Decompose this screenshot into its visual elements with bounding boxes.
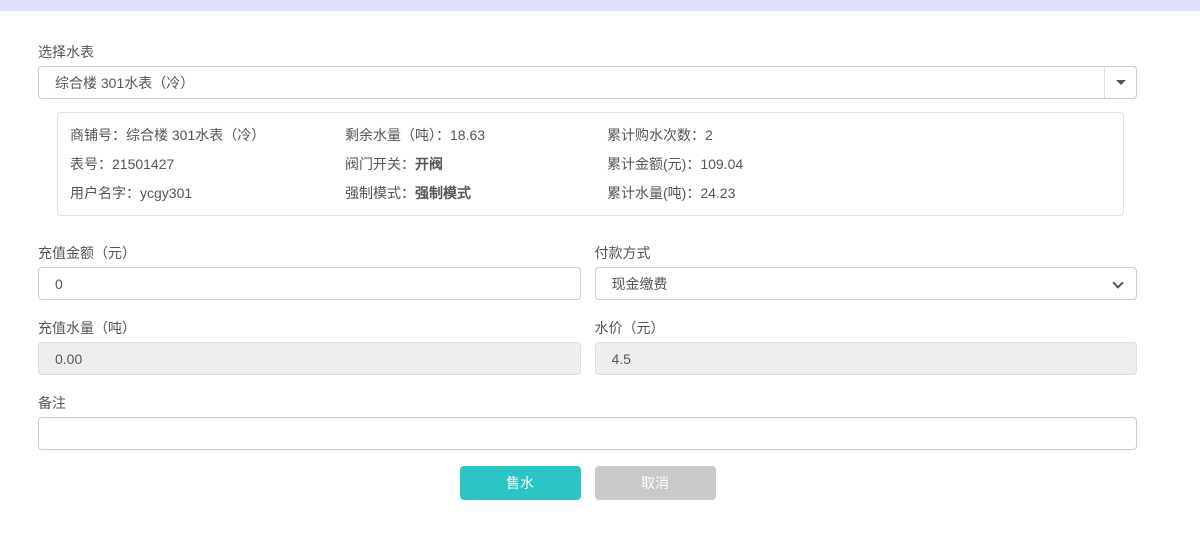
recharge-volume-label: 充值水量（吨） bbox=[38, 318, 581, 338]
cancel-button[interactable]: 取消 bbox=[595, 466, 716, 500]
remark-input[interactable] bbox=[38, 417, 1137, 450]
water-price-label: 水价（元） bbox=[595, 318, 1138, 338]
payment-method-select[interactable]: 现金缴费 bbox=[595, 267, 1138, 300]
meter-select[interactable]: 综合楼 301水表（冷） bbox=[38, 66, 1137, 99]
info-force-mode: 强制模式：强制模式 bbox=[345, 183, 607, 203]
meter-select-label: 选择水表 bbox=[38, 42, 1137, 62]
sell-water-button[interactable]: 售水 bbox=[460, 466, 581, 500]
info-meter-number: 表号：21501427 bbox=[70, 154, 345, 174]
water-price-input bbox=[595, 342, 1138, 375]
meter-select-value: 综合楼 301水表（冷） bbox=[39, 67, 1104, 98]
payment-method-value: 现金缴费 bbox=[612, 274, 668, 294]
sell-water-form: 选择水表 综合楼 301水表（冷） 商铺号：综合楼 301水表（冷） 剩余水量（… bbox=[0, 42, 1200, 500]
payment-method-label: 付款方式 bbox=[595, 243, 1138, 263]
recharge-amount-input[interactable] bbox=[38, 267, 581, 300]
remark-label: 备注 bbox=[38, 393, 1137, 413]
info-remaining-water: 剩余水量（吨）：18.63 bbox=[345, 125, 607, 145]
info-purchase-count: 累计购水次数：2 bbox=[607, 125, 1111, 145]
info-user-name: 用户名字：ycgy301 bbox=[70, 183, 345, 203]
recharge-volume-input bbox=[38, 342, 581, 375]
top-accent-bar bbox=[0, 0, 1200, 11]
recharge-amount-label: 充值金额（元） bbox=[38, 243, 581, 263]
caret-down-icon bbox=[1116, 80, 1126, 85]
info-total-water: 累计水量(吨)：24.23 bbox=[607, 183, 1111, 203]
form-actions: 售水 取消 bbox=[38, 466, 1137, 500]
chevron-down-icon bbox=[1112, 277, 1123, 288]
info-shop-number: 商铺号：综合楼 301水表（冷） bbox=[70, 125, 345, 145]
meter-info-panel: 商铺号：综合楼 301水表（冷） 剩余水量（吨）：18.63 累计购水次数：2 … bbox=[57, 112, 1124, 216]
info-total-amount: 累计金额(元)：109.04 bbox=[607, 154, 1111, 174]
info-valve-status: 阀门开关：开阀 bbox=[345, 154, 607, 174]
meter-select-arrow-button[interactable] bbox=[1104, 67, 1136, 98]
